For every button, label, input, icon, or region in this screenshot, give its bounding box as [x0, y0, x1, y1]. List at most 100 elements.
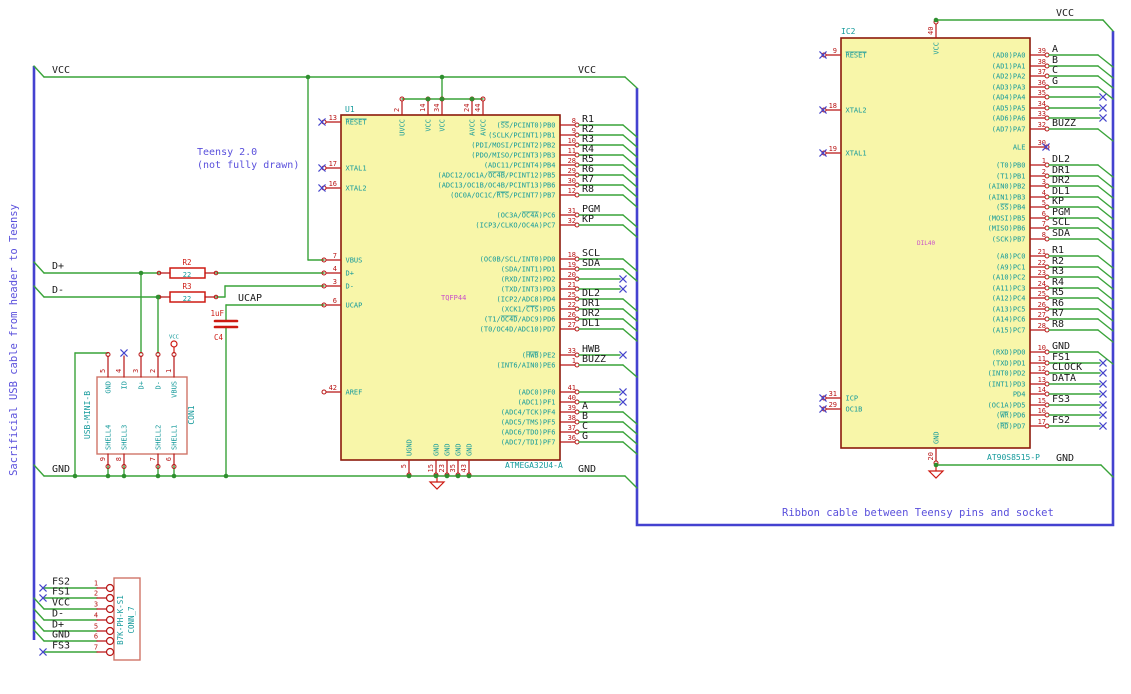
pin-name: (AD6)PA6: [992, 115, 1026, 123]
no-connect-icon: [1099, 422, 1107, 430]
junction-dot: [171, 473, 177, 479]
power-label: GND: [1056, 453, 1074, 464]
junction-dot: [305, 74, 311, 80]
no-connect-icon: [1099, 380, 1107, 388]
bus-entry: [622, 364, 638, 378]
note-text: Ribbon cable between Teensy pins and soc…: [782, 507, 1054, 519]
pin-pad: [105, 615, 115, 625]
net-label: SCL: [1052, 217, 1070, 228]
bus-entry: [622, 224, 638, 238]
pin-number: 31: [568, 207, 576, 215]
pin-number: 26: [568, 311, 576, 319]
net-label: D-: [52, 609, 64, 620]
pin-number: 22: [1038, 259, 1046, 267]
pin-name: (ADC1)PF1: [518, 399, 556, 407]
pin-name: (A15)PC7: [992, 327, 1026, 335]
pin-name: (OC0A/OC1C/RTS/PCINT7)PB7: [450, 192, 555, 200]
net-label: C: [1052, 65, 1058, 76]
pin-number: 6: [1042, 210, 1046, 218]
power-label: GND: [52, 464, 70, 475]
pin-name: (A11)PC3: [992, 285, 1026, 293]
pin-number: 1: [165, 369, 173, 373]
pin-number: 43: [460, 464, 468, 472]
pin-name: (ADC0)PF0: [518, 389, 556, 397]
pin-number: 7: [333, 252, 337, 260]
pin-name: GND: [105, 381, 113, 394]
pin-name: SHELL3: [121, 425, 129, 450]
pin-number: 27: [568, 321, 576, 329]
pin-number: 11: [568, 147, 576, 155]
pin-name: AREF: [346, 389, 363, 397]
note-text: Sacrificial USB cable from header to Tee…: [8, 204, 20, 476]
net-label: D+: [52, 261, 64, 272]
net-label: R3: [1052, 266, 1064, 277]
vcc-symbol: [170, 340, 178, 354]
net-label: DATA: [1052, 373, 1076, 384]
pin-name: (OC1A)PD5: [988, 402, 1026, 410]
no-connect-icon: [619, 275, 627, 283]
bus-entry: [1097, 217, 1114, 231]
pin-name: SHELL4: [105, 425, 113, 450]
bus-entry: [622, 154, 638, 168]
pin-number: 29: [568, 167, 576, 175]
pin-name: (OC3A/OC4A)PC6: [496, 212, 555, 220]
net-label: KP: [582, 214, 594, 225]
pin-name: D-: [346, 283, 354, 291]
component-ref: C4: [214, 333, 224, 342]
pin-name: (INT6/AIN0)PE6: [496, 362, 555, 370]
pin-name: (PDI/MOSI/PCINT2)PB2: [471, 142, 555, 150]
pin-name: (RXD)PD0: [992, 349, 1026, 357]
pin-number: 2: [1042, 168, 1046, 176]
pin-name: XTAL1: [346, 165, 367, 173]
no-connect-icon: [318, 118, 326, 126]
pin-number: 1: [1042, 157, 1046, 165]
bus-entry: [1097, 308, 1114, 322]
no-connect-icon: [1099, 104, 1107, 112]
pin-name: VCC: [933, 42, 941, 55]
pin-name: (T0/OC4D/ADC10)PD7: [480, 326, 556, 334]
pin-pad: [105, 604, 115, 614]
pin-name: (A8)PC0: [996, 253, 1026, 261]
no-connect-icon: [1099, 411, 1107, 419]
no-connect-icon: [318, 164, 326, 172]
junction-dot: [138, 270, 144, 276]
component-value: AT90S8515-P: [987, 453, 1040, 462]
net-label: DL2: [1052, 154, 1070, 165]
pin-number: 24: [1038, 280, 1046, 288]
no-connect-icon: [1099, 401, 1107, 409]
pin-number: 16: [1038, 407, 1046, 415]
pin-name: (PDO/MISO/PCINT3)PB3: [471, 152, 555, 160]
pin-name: (T0)PB0: [996, 162, 1026, 170]
no-connect-icon: [1099, 93, 1107, 101]
pin-number: 27: [1038, 311, 1046, 319]
bus-entry: [622, 174, 638, 188]
junction-dot: [223, 473, 229, 479]
pin-name: (AIN1)PB3: [988, 194, 1026, 202]
net-label: FS2: [1052, 415, 1070, 426]
pin-number: 7: [1042, 220, 1046, 228]
pin-name: GND: [466, 443, 474, 456]
pin-number: 21: [568, 281, 576, 289]
pin-number: 28: [1038, 322, 1046, 330]
net-label: SDA: [582, 258, 600, 269]
pin-name: (MISO)PB6: [988, 225, 1026, 233]
pin-number: 21: [1038, 248, 1046, 256]
bus-entry: [622, 268, 638, 282]
net-label: G: [1052, 76, 1058, 87]
wire: [33, 285, 45, 298]
pin-name: (AD7)PA7: [992, 126, 1026, 134]
pin-name: (ADC12/OC1A/OC4B/PCINT12)PB5: [437, 172, 555, 180]
wire: [33, 608, 45, 621]
net-label: R7: [1052, 308, 1064, 319]
pin-pad: [105, 626, 115, 636]
pin-name: (HWB)PE2: [522, 352, 556, 360]
pin-number: 1: [572, 357, 576, 365]
note-text: Teensy 2.0: [197, 147, 257, 158]
pin-name: (ICP2/ADC8)PD4: [496, 296, 555, 304]
bus-entry: [622, 164, 638, 178]
junction-dot: [455, 473, 461, 479]
power-label: VCC: [578, 65, 596, 76]
pin-number: 7: [149, 457, 157, 461]
schematic-canvas: 13RESET17XTAL116XTAL27VBUS4D+3D-6UCAP42A…: [8, 8, 1115, 661]
pin-number: 1: [94, 580, 98, 588]
